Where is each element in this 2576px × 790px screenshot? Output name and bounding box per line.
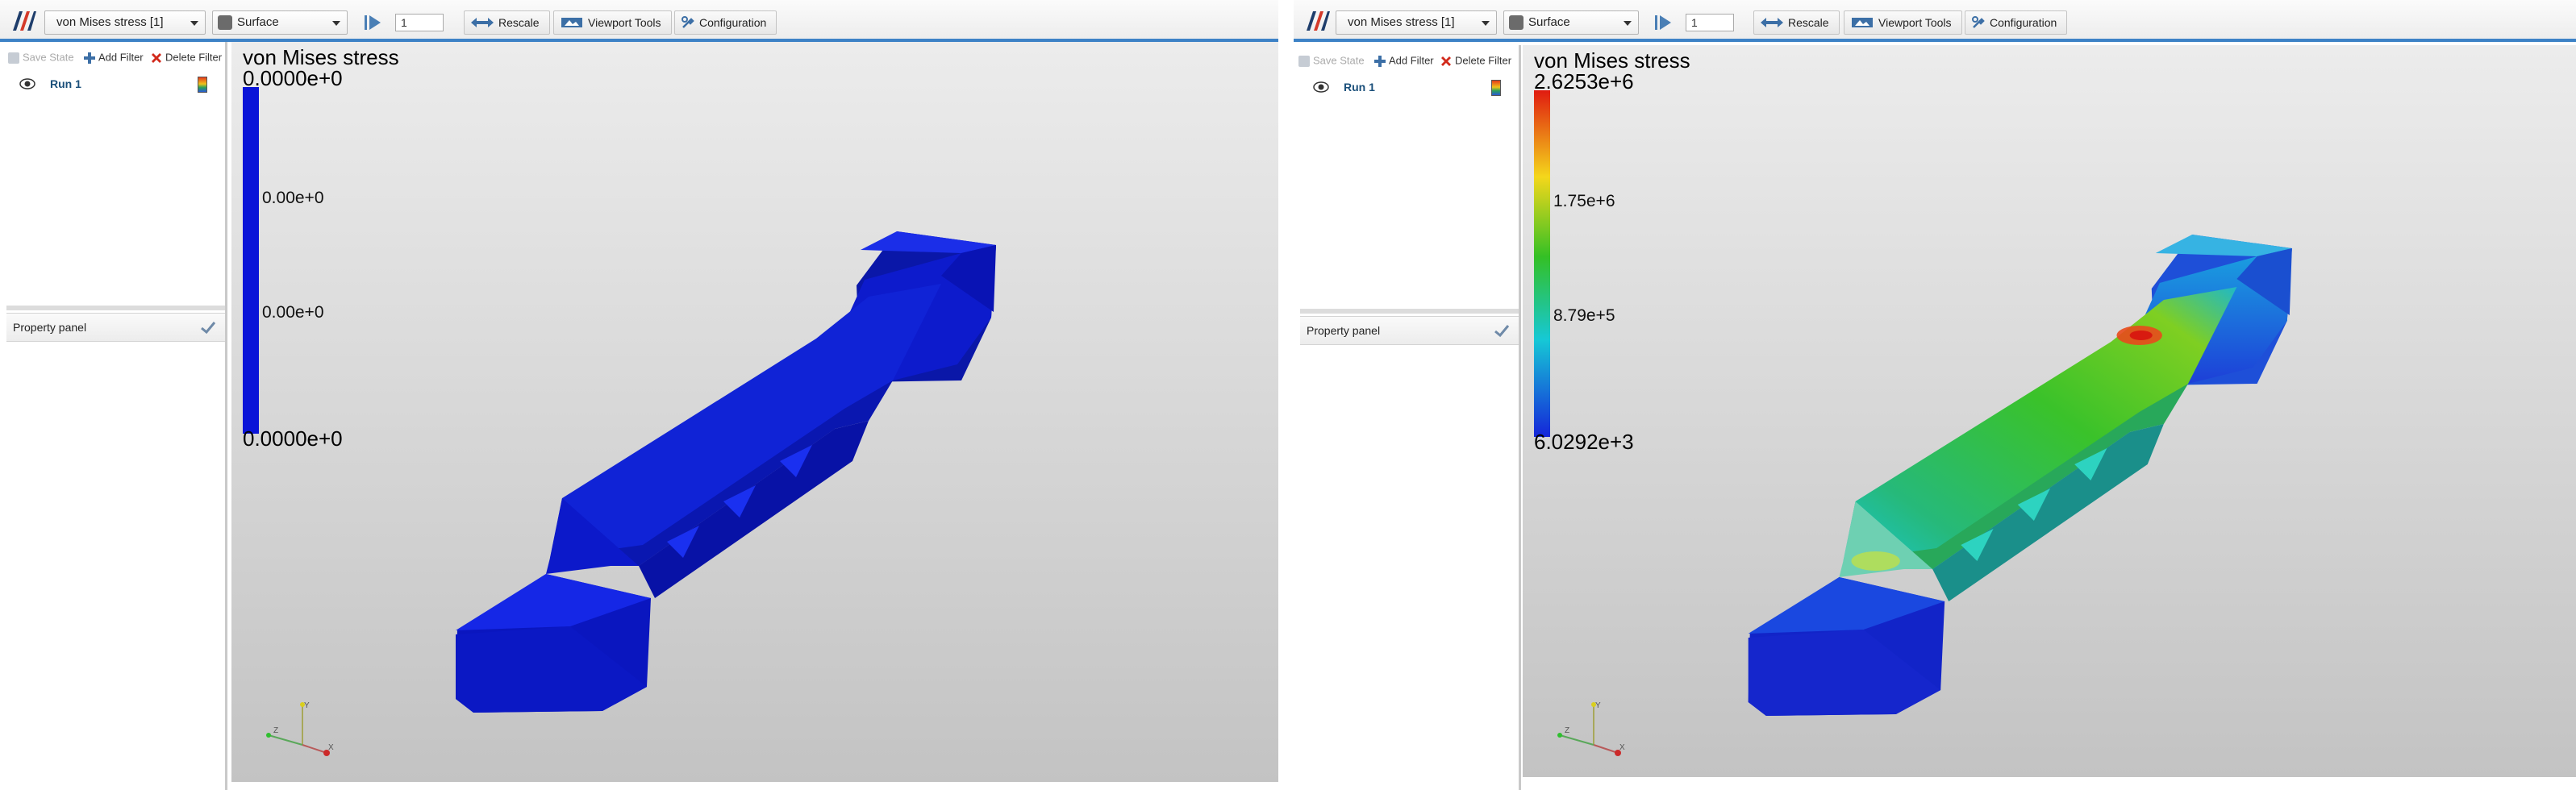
rescale-icon <box>1761 18 1783 27</box>
property-panel-title: Property panel <box>13 321 87 334</box>
colormap-icon[interactable] <box>198 77 207 93</box>
render-viewport[interactable]: von Mises stress 0.0000e+0 0.00e+0 0.00e… <box>231 42 1278 782</box>
delete-filter-icon <box>152 52 161 63</box>
configuration-label: Configuration <box>1990 16 2057 29</box>
chevron-down-icon <box>1482 21 1490 26</box>
save-state-icon <box>8 52 19 64</box>
app-logo-icon[interactable] <box>1303 8 1331 34</box>
delete-filter-label: Delete Filter <box>165 51 223 64</box>
rescale-icon <box>471 18 494 27</box>
field-select[interactable]: von Mises stress [1] <box>1336 10 1497 35</box>
colormap-icon[interactable] <box>1491 80 1501 96</box>
field-select-value: von Mises stress [1] <box>56 15 164 29</box>
property-panel-title: Property panel <box>1307 324 1381 337</box>
configuration-label: Configuration <box>699 16 767 29</box>
rescale-button[interactable]: Rescale <box>1753 10 1840 35</box>
run-label: Run 1 <box>1344 81 1375 94</box>
add-filter-icon <box>84 52 95 64</box>
rescale-label: Rescale <box>1788 16 1829 29</box>
sidebar: Save State Add Filter Delete Filter Run … <box>0 42 227 790</box>
checkmark-icon[interactable] <box>199 318 217 336</box>
frame-input[interactable]: 1 <box>1686 14 1734 31</box>
checkmark-icon[interactable] <box>1493 322 1511 339</box>
run-label: Run 1 <box>50 77 81 90</box>
property-panel-header: Property panel <box>6 313 225 342</box>
frame-input[interactable]: 1 <box>395 14 444 31</box>
add-filter-button[interactable]: Add Filter <box>1374 48 1434 73</box>
pipeline-browser: Run 1 <box>6 73 219 314</box>
splitter[interactable] <box>6 306 225 310</box>
mesh-model <box>1748 235 2292 716</box>
property-panel-header: Property panel <box>1300 316 1519 345</box>
add-filter-icon <box>1374 55 1386 67</box>
representation-select-value: Surface <box>1528 15 1570 29</box>
add-filter-label: Add Filter <box>1389 54 1434 67</box>
pipeline-item-run[interactable]: Run 1 <box>1300 76 1512 98</box>
configuration-button[interactable]: Configuration <box>674 10 777 35</box>
viewport-tools-icon <box>1852 18 1873 27</box>
viewport-tools-label: Viewport Tools <box>588 16 661 29</box>
toolbar: von Mises stress [1] Surface 1 Rescale V… <box>0 0 1278 42</box>
axis-z-label: Z <box>1565 726 1569 735</box>
save-state-label: Save State <box>1313 54 1365 67</box>
left-panel: von Mises stress [1] Surface 1 Rescale V… <box>0 0 1278 790</box>
viewport-tools-label: Viewport Tools <box>1878 16 1952 29</box>
chevron-down-icon <box>190 21 198 26</box>
delete-filter-label: Delete Filter <box>1455 54 1512 67</box>
axes-triad-icon: Y Z X <box>266 701 334 756</box>
panel-divider <box>1278 0 1294 790</box>
axis-x-label: X <box>1619 743 1625 752</box>
mesh-model <box>456 231 996 713</box>
configuration-icon <box>1972 16 1985 28</box>
pipeline-item-run[interactable]: Run 1 <box>6 73 219 95</box>
delete-filter-button[interactable]: Delete Filter <box>151 45 222 69</box>
save-state-label: Save State <box>23 51 74 64</box>
representation-select-value: Surface <box>237 15 279 29</box>
chevron-down-icon <box>1624 21 1632 26</box>
representation-icon <box>218 15 232 30</box>
splitter[interactable] <box>1300 309 1519 314</box>
frame-input-value: 1 <box>1691 16 1698 29</box>
toolbar: von Mises stress [1] Surface 1 Rescale V… <box>1294 0 2576 42</box>
axis-y-label: Y <box>304 701 310 710</box>
delete-filter-button[interactable]: Delete Filter <box>1440 48 1511 73</box>
sidebar: Save State Add Filter Delete Filter Run … <box>1294 45 1521 790</box>
add-filter-button[interactable]: Add Filter <box>84 45 144 69</box>
axis-x-label: X <box>328 743 334 752</box>
add-filter-label: Add Filter <box>98 51 144 64</box>
play-icon[interactable] <box>361 10 386 35</box>
viewport-tools-button[interactable]: Viewport Tools <box>553 10 672 35</box>
chevron-down-icon <box>332 21 340 26</box>
frame-input-value: 1 <box>401 16 407 29</box>
field-select-value: von Mises stress [1] <box>1348 15 1455 29</box>
field-select[interactable]: von Mises stress [1] <box>44 10 206 35</box>
rescale-label: Rescale <box>498 16 540 29</box>
axes-triad-icon: Y Z X <box>1557 701 1625 756</box>
save-state-button[interactable]: Save State <box>1298 48 1365 73</box>
representation-icon <box>1509 15 1524 30</box>
save-state-button[interactable]: Save State <box>8 45 74 69</box>
viewport-tools-icon <box>561 18 582 27</box>
pipeline-browser: Run 1 <box>1300 76 1512 318</box>
representation-select[interactable]: Surface <box>212 10 348 35</box>
rescale-button[interactable]: Rescale <box>464 10 550 35</box>
configuration-icon <box>682 16 694 28</box>
eye-icon[interactable] <box>1313 81 1329 94</box>
axis-y-label: Y <box>1595 701 1601 710</box>
play-icon[interactable] <box>1652 10 1676 35</box>
viewport-tools-button[interactable]: Viewport Tools <box>1844 10 1962 35</box>
delete-filter-icon <box>1441 56 1451 66</box>
right-panel: von Mises stress [1] Surface 1 Rescale V… <box>1294 0 2576 790</box>
configuration-button[interactable]: Configuration <box>1965 10 2068 35</box>
representation-select[interactable]: Surface <box>1503 10 1639 35</box>
eye-icon[interactable] <box>19 77 35 90</box>
render-viewport[interactable]: von Mises stress 2.6253e+6 1.75e+6 8.79e… <box>1523 45 2576 777</box>
save-state-icon <box>1298 55 1310 67</box>
axis-z-label: Z <box>273 726 278 735</box>
app-logo-icon[interactable] <box>10 8 37 34</box>
